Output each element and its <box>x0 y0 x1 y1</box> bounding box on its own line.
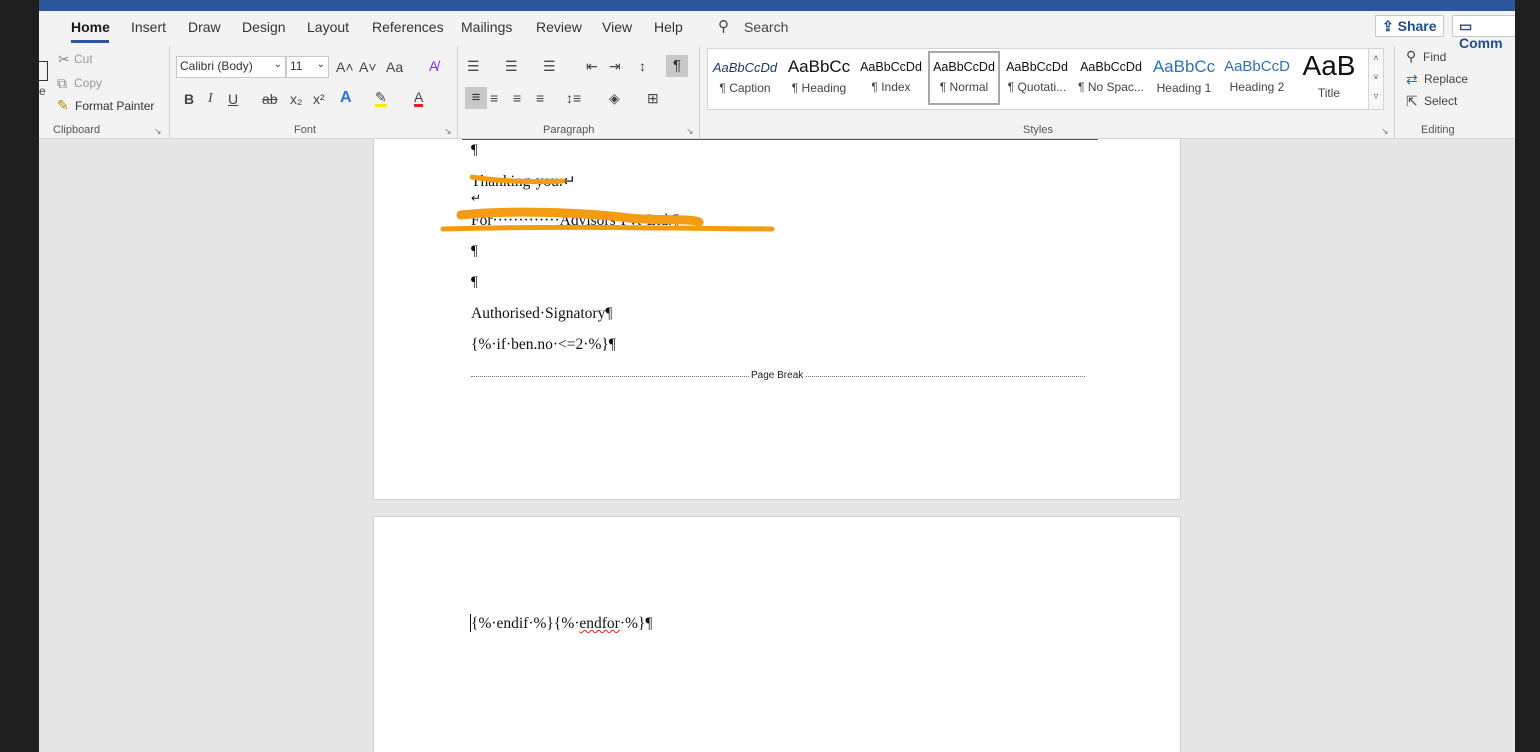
redaction-scribble <box>469 174 566 185</box>
misspelled-word: endfor <box>579 615 620 632</box>
endtags-line[interactable]: {%·endif·%}{%·endfor·%}¶ <box>471 615 652 633</box>
document-page: {%·endif·%}{%·endfor·%}¶ <box>373 516 1181 752</box>
redaction-scribble <box>456 207 704 227</box>
word-window: Home Insert Draw Design Layout Reference… <box>39 0 1515 752</box>
endtag-suffix: ·%}¶ <box>619 615 653 632</box>
endif-tag: {%·endif·%}{%· <box>471 615 580 632</box>
redaction-scribble <box>440 224 775 232</box>
